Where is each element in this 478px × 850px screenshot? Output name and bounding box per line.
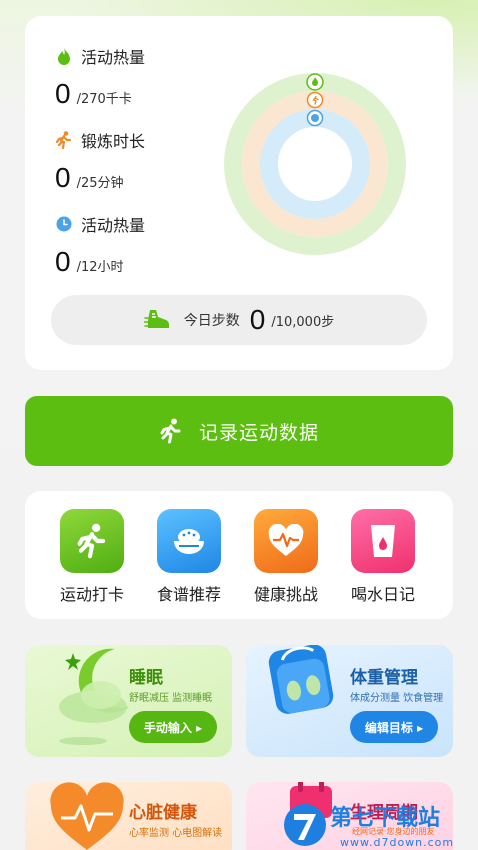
ring-running-marker-icon <box>306 91 324 109</box>
feature-subtitle: 舒眠减压 监测睡眠 <box>129 693 213 704</box>
edit-goal-button[interactable]: 编辑目标 ▸ <box>350 711 438 743</box>
site-watermark: 第七下载站 经网记录·您身边的朋友 www.d7down.com <box>282 800 478 850</box>
heart-health-card[interactable]: 心脏健康 心率监测 心电图解读 <box>25 782 232 850</box>
activity-summary-card: 活动热量 0 /270千卡 锻炼时长 0 /25分钟 活动热量 0 /12小时 … <box>25 16 453 370</box>
stat-exercise-duration: 锻炼时长 0 /25分钟 <box>55 128 145 194</box>
weight-management-card[interactable]: 体重管理 体成分测量 饮食管理 编辑目标 ▸ <box>246 645 453 757</box>
d7-logo-icon <box>284 804 326 846</box>
record-workout-button[interactable]: 记录运动数据 <box>25 396 453 466</box>
sleep-card[interactable]: 睡眠 舒眠减压 监测睡眠 手动输入 ▸ <box>25 645 232 757</box>
steps-label: 今日步数 <box>183 313 240 329</box>
shortcut-label: 健康挑战 <box>253 585 318 604</box>
feature-title: 体重管理 <box>350 668 418 688</box>
running-icon <box>160 418 181 444</box>
shortcut-label: 喝水日记 <box>350 585 415 604</box>
stat-target: /25分钟 <box>76 176 124 191</box>
steps-value: 0 <box>249 304 266 335</box>
water-cup-icon <box>351 509 415 573</box>
feature-subtitle: 心率监测 心电图解读 <box>129 828 223 839</box>
feature-title: 睡眠 <box>129 668 163 688</box>
today-steps-bar[interactable]: 今日步数 0 /10,000步 <box>51 295 427 345</box>
running-icon <box>60 509 124 573</box>
watermark-url: www.d7down.com <box>340 836 455 849</box>
stat-label: 活动热量 <box>81 216 146 235</box>
ring-flame-marker-icon <box>306 73 324 91</box>
stat-target: /270千卡 <box>76 92 132 107</box>
rice-bowl-icon <box>157 509 221 573</box>
running-icon <box>55 131 73 149</box>
feature-subtitle: 体成分测量 饮食管理 <box>350 693 444 704</box>
shortcut-label: 食谱推荐 <box>156 585 221 604</box>
stat-value: 0 <box>55 78 71 109</box>
shortcut-health-challenge[interactable]: 健康挑战 <box>241 509 331 605</box>
shortcut-exercise-checkin[interactable]: 运动打卡 <box>47 509 137 605</box>
feature-title: 心脏健康 <box>129 803 197 823</box>
sneaker-icon <box>143 310 169 328</box>
shortcuts-card: 运动打卡 食谱推荐 健康挑战 喝水日记 <box>25 491 453 619</box>
heart-pulse-icon <box>254 509 318 573</box>
shortcut-recipe-recommend[interactable]: 食谱推荐 <box>144 509 234 605</box>
stat-active-calories: 活动热量 0 /270千卡 <box>55 44 145 110</box>
activity-rings <box>224 73 406 255</box>
record-workout-label: 记录运动数据 <box>198 421 319 444</box>
shortcut-water-diary[interactable]: 喝水日记 <box>338 509 428 605</box>
steps-target: /10,000步 <box>271 314 335 330</box>
heart-icon <box>50 782 124 850</box>
clock-icon <box>55 215 73 233</box>
stat-value: 0 <box>55 162 71 193</box>
ring-clock-marker-icon <box>306 109 324 127</box>
stat-activity-hours: 活动热量 0 /12小时 <box>55 212 145 278</box>
stat-label: 活动热量 <box>81 48 146 67</box>
stat-label: 锻炼时长 <box>81 132 146 151</box>
moon-cloud-icon <box>59 648 129 745</box>
manual-input-button[interactable]: 手动输入 ▸ <box>129 711 217 743</box>
stat-value: 0 <box>55 246 71 277</box>
bathroom-scale-icon <box>268 645 334 714</box>
shortcut-label: 运动打卡 <box>59 585 124 604</box>
flame-icon <box>55 47 73 65</box>
stat-target: /12小时 <box>76 260 124 275</box>
